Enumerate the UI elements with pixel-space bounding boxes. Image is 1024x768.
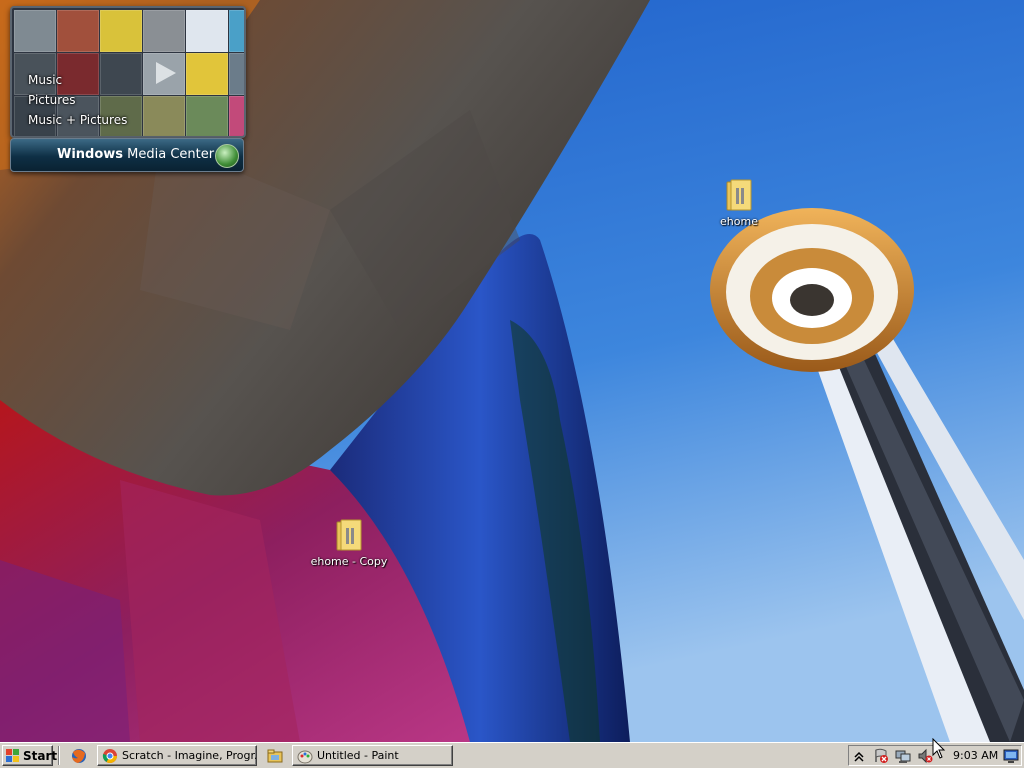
chrome-icon <box>102 748 118 764</box>
start-button[interactable]: Start <box>2 745 57 766</box>
thumbnail <box>186 10 228 52</box>
desktop-icon-label: ehome - Copy <box>310 555 388 568</box>
thumbnail <box>229 96 244 136</box>
paint-icon <box>297 748 313 764</box>
media-center-gadget: Music Pictures Music + Pictures Windows … <box>10 6 246 172</box>
menu-item-pictures[interactable]: Pictures <box>28 90 127 110</box>
media-center-title: Windows Media Center <box>57 147 215 162</box>
task-label: Scratch - Imagine, Progr... <box>122 749 257 762</box>
explorer-icon[interactable] <box>266 748 284 764</box>
mouse-cursor-icon <box>932 738 946 759</box>
media-center-launch-bar[interactable]: Windows Media Center <box>10 138 244 172</box>
taskbar: Start Scratch - Imagine, Progr... Untitl… <box>0 742 1024 768</box>
task-label: Untitled - Paint <box>317 749 399 762</box>
clock[interactable]: 9:03 AM <box>953 749 998 762</box>
task-button-scratch[interactable]: Scratch - Imagine, Progr... <box>97 745 257 766</box>
folder-icon <box>723 178 755 214</box>
thumbnail <box>143 96 185 136</box>
network-icon[interactable] <box>895 748 911 764</box>
desktop-icon-ehome[interactable]: ehome <box>694 178 784 228</box>
desktop-icon-ehome-copy[interactable]: ehome - Copy <box>304 518 394 568</box>
folder-icon <box>333 518 365 554</box>
thumbnail <box>229 10 244 52</box>
media-thumbnail-grid[interactable]: Music Pictures Music + Pictures <box>10 6 246 138</box>
desktop-icon-label: ehome <box>720 215 758 228</box>
security-alert-icon[interactable] <box>873 748 889 764</box>
taskbar-separator <box>58 746 60 765</box>
thumbnail <box>57 10 99 52</box>
thumbnail <box>229 53 244 95</box>
play-icon <box>156 62 176 84</box>
windows-orb-icon <box>215 144 239 168</box>
display-icon[interactable] <box>1003 748 1019 764</box>
gadget-menu: Music Pictures Music + Pictures <box>28 70 127 130</box>
thumbnail <box>143 10 185 52</box>
volume-muted-icon[interactable] <box>917 748 933 764</box>
firefox-icon[interactable] <box>70 748 88 764</box>
menu-item-music[interactable]: Music <box>28 70 127 90</box>
thumbnail <box>100 10 142 52</box>
thumbnail <box>186 53 228 95</box>
thumbnail <box>186 96 228 136</box>
thumbnail <box>14 10 56 52</box>
menu-item-music-pictures[interactable]: Music + Pictures <box>28 110 127 130</box>
show-hidden-icons-chevron[interactable] <box>851 748 867 764</box>
task-button-paint[interactable]: Untitled - Paint <box>292 745 453 766</box>
start-label: Start <box>23 748 58 763</box>
windows-flag-icon <box>6 749 20 762</box>
